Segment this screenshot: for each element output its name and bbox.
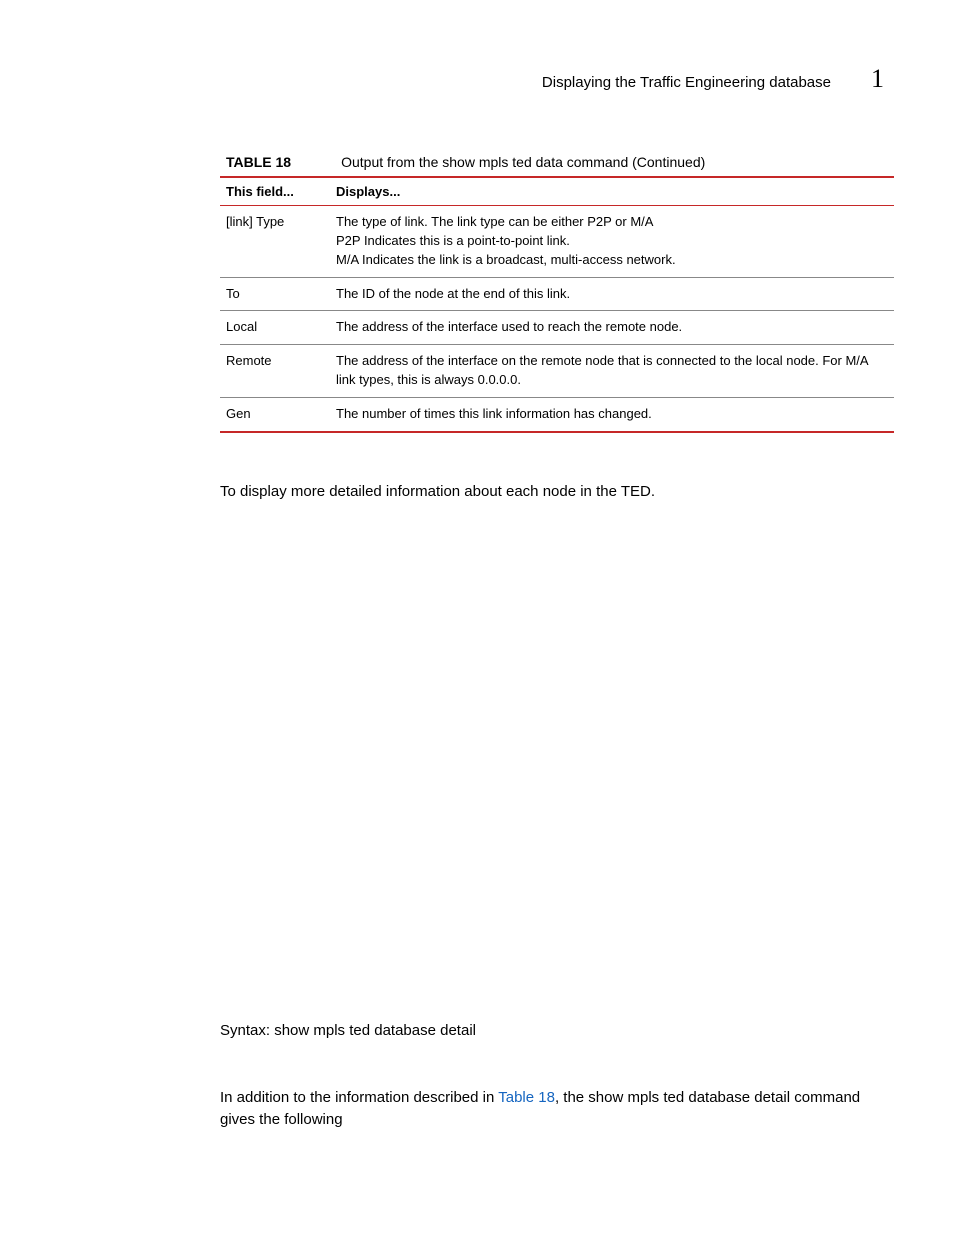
table-row: RemoteThe address of the interface on th…: [220, 345, 894, 398]
field-cell: To: [220, 277, 330, 311]
description-line: The ID of the node at the end of this li…: [336, 285, 888, 304]
output-table: This field... Displays... [link] Type The…: [220, 178, 894, 433]
column-header-displays: Displays...: [330, 178, 894, 206]
table-label: TABLE 18: [226, 154, 291, 170]
addition-paragraph: In addition to the information described…: [220, 1087, 894, 1131]
description-line: The type of link. The link type can be e…: [336, 213, 888, 232]
column-header-field: This field...: [220, 178, 330, 206]
field-cell: Remote: [220, 345, 330, 398]
description-line: The number of times this link informatio…: [336, 405, 888, 424]
description-line: P2P Indicates this is a point-to-point l…: [336, 232, 888, 251]
description-cell: The number of times this link informatio…: [330, 397, 894, 431]
description-cell: The address of the interface on the remo…: [330, 345, 894, 398]
field-cell: Gen: [220, 397, 330, 431]
table-row: Gen The number of times this link informa…: [220, 397, 894, 431]
description-cell: The ID of the node at the end of this li…: [330, 277, 894, 311]
header-title: Displaying the Traffic Engineering datab…: [542, 74, 831, 91]
table-18-link[interactable]: Table 18: [498, 1089, 555, 1106]
paragraph-intro: To display more detailed information abo…: [220, 481, 894, 502]
field-cell: Local: [220, 311, 330, 345]
table-row: Local The address of the interface used t…: [220, 311, 894, 345]
table-row: To The ID of the node at the end of this …: [220, 277, 894, 311]
table-caption: TABLE 18 Output from the show mpls ted d…: [220, 154, 894, 178]
field-cell: [link] Type: [220, 206, 330, 278]
table-row: [link] Type The type of link. The link ty…: [220, 206, 894, 278]
description-line: The address of the interface used to rea…: [336, 318, 888, 337]
description-line: The address of the interface on the remo…: [336, 352, 888, 390]
description-cell: The address of the interface used to rea…: [330, 311, 894, 345]
page-header: Displaying the Traffic Engineering datab…: [220, 64, 894, 94]
description-cell: The type of link. The link type can be e…: [330, 206, 894, 278]
addition-pre: In addition to the information described…: [220, 1089, 498, 1106]
syntax-line: Syntax: show mpls ted database detail: [220, 1022, 894, 1039]
table-caption-text: Output from the show mpls ted data comma…: [341, 154, 705, 170]
chapter-number: 1: [871, 64, 884, 94]
description-line: M/A Indicates the link is a broadcast, m…: [336, 251, 888, 270]
